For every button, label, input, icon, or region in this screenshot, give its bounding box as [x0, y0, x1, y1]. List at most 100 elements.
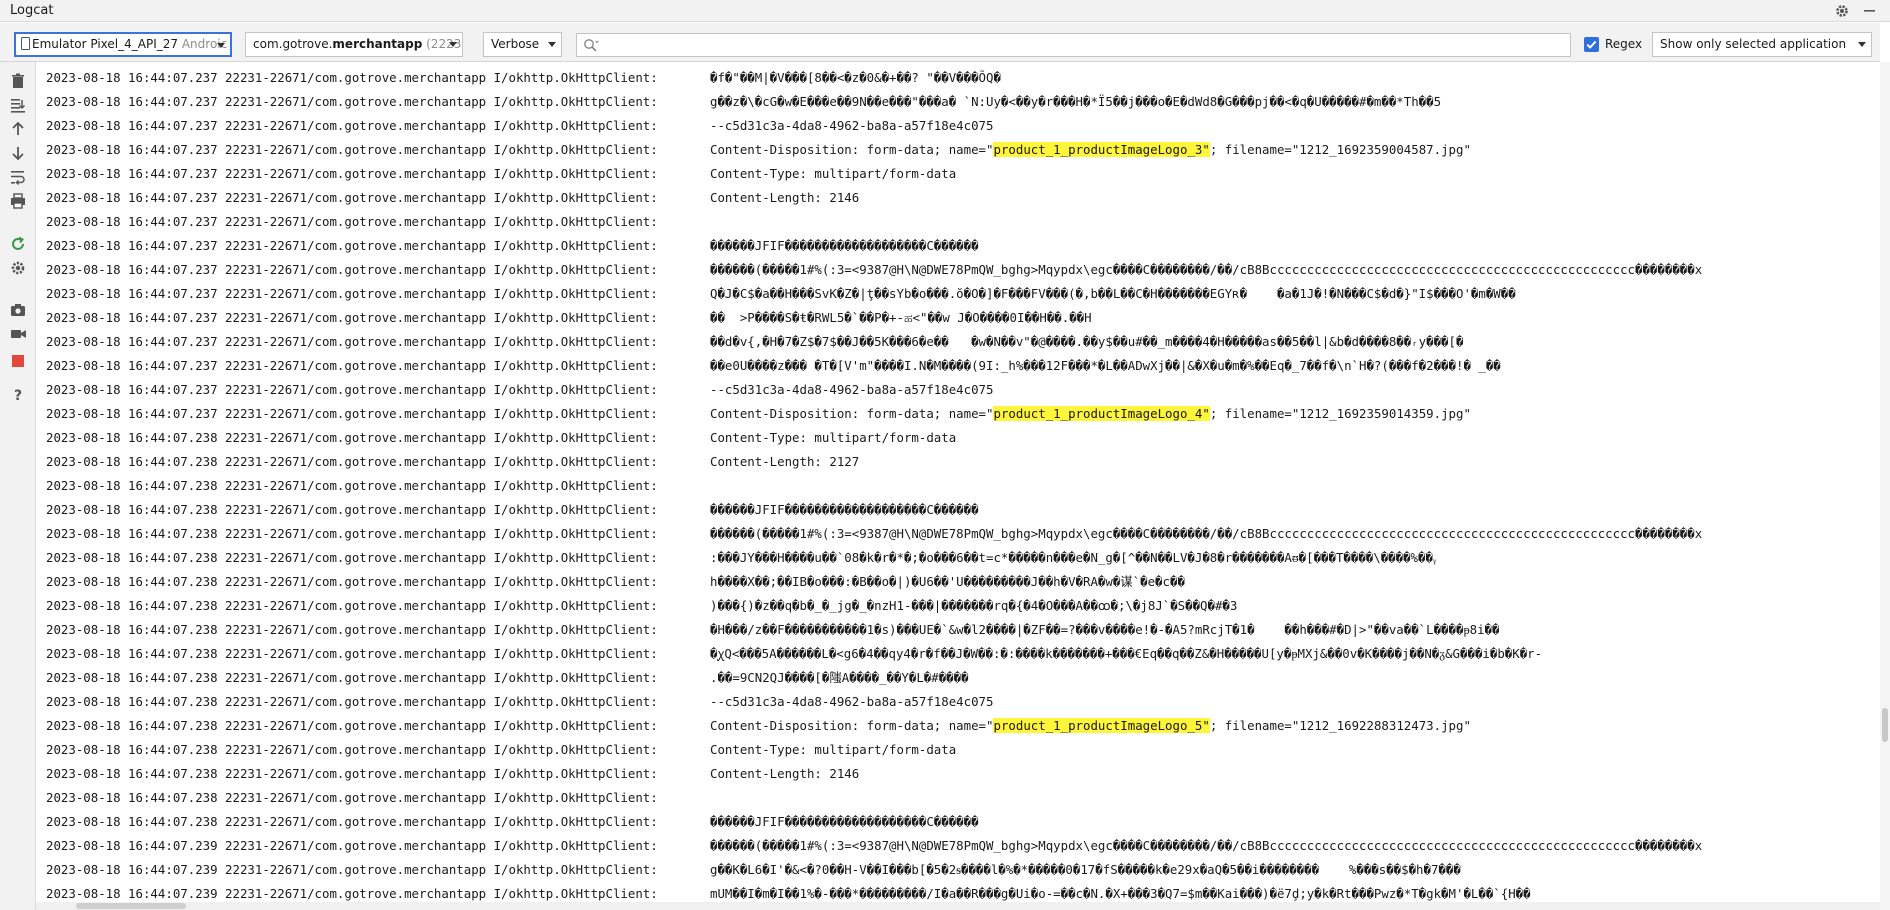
- log-message-text: ��e0U����z��� �T�[V'm"����I.N�M����(9I:_…: [710, 358, 1501, 373]
- search-input[interactable]: [603, 36, 1563, 54]
- log-message-text: --c5d31c3a-4da8-4962-ba8a-a57f18e4c075: [710, 694, 994, 709]
- log-message-text: �f�"��M|�V���[8��<�z�0&�+��? "��V���ÕQ�: [710, 70, 1001, 85]
- gear-icon[interactable]: [1832, 0, 1852, 20]
- log-line: 2023-08-18 16:44:07.238 22231-22671/com.…: [46, 714, 1471, 738]
- search-highlight: product_1_productImageLogo_5": [993, 718, 1210, 733]
- process-selector[interactable]: com.gotrove.merchantapp (22231): [245, 32, 463, 57]
- search-icon: [584, 39, 599, 52]
- log-message-text: ; filename="1212_1692288312473.jpg": [1209, 718, 1471, 733]
- log-line-message: --c5d31c3a-4da8-4962-ba8a-a57f18e4c075: [710, 690, 993, 714]
- log-line-message: Content-Length: 2127: [710, 450, 859, 474]
- restart-icon[interactable]: [9, 235, 27, 253]
- log-line: 2023-08-18 16:44:07.238 22231-22671/com.…: [46, 522, 1702, 546]
- log-line: 2023-08-18 16:44:07.237 22231-22671/com.…: [46, 138, 1471, 162]
- chevron-down-icon: [548, 42, 556, 47]
- log-line-message: :���JY���H����u��`08�k�r�*�;�o���6��t=c*…: [710, 546, 1436, 570]
- log-level-value: Verbose: [491, 37, 540, 51]
- log-line-message: Content-Length: 2146: [710, 186, 859, 210]
- log-line: 2023-08-18 16:44:07.238 22231-22671/com.…: [46, 618, 1499, 642]
- log-line: 2023-08-18 16:44:07.238 22231-22671/com.…: [46, 498, 979, 522]
- logcat-sidebar: ?: [0, 62, 36, 910]
- chevron-down-icon: [449, 42, 457, 47]
- log-line-message: Content-Type: multipart/form-data: [710, 738, 956, 762]
- log-level-selector[interactable]: Verbose: [483, 32, 562, 57]
- log-line-prefix: 2023-08-18 16:44:07.237 22231-22671/com.…: [46, 70, 658, 85]
- camera-icon[interactable]: [9, 301, 27, 319]
- soft-wrap-icon[interactable]: [9, 168, 27, 186]
- log-line-message: h����X��;��IB�o���:�B��o�|)�U6��'U������…: [710, 570, 1185, 594]
- process-prefix: com.gotrove.: [253, 37, 333, 51]
- app-filter-selector[interactable]: Show only selected application: [1652, 32, 1872, 57]
- log-line-message: g��K�L6�I'�&<�?0��H-V��I���b[�5�2ᵴ����l�…: [710, 858, 1461, 882]
- log-line-prefix: 2023-08-18 16:44:07.238 22231-22671/com.…: [46, 598, 658, 613]
- scroll-to-end-icon[interactable]: [9, 96, 27, 114]
- chevron-down-icon: [1858, 42, 1866, 47]
- log-message-text: ������JFIF�������������������C������: [710, 814, 979, 829]
- log-line-message: ������JFIF�������������������C������: [710, 234, 979, 258]
- log-line-prefix: 2023-08-18 16:44:07.238 22231-22671/com.…: [46, 814, 658, 829]
- settings-icon[interactable]: [9, 259, 27, 277]
- device-selector[interactable]: Emulator Pixel_4_API_27 Androic: [14, 32, 232, 57]
- log-line-prefix: 2023-08-18 16:44:07.238 22231-22671/com.…: [46, 766, 658, 781]
- log-line-message: ������(�����1#%(:3=<9387@H\N@DWE78PmQW_b…: [710, 522, 1702, 546]
- log-message-text: ������(�����1#%(:3=<9387@H\N@DWE78PmQW_b…: [710, 526, 1703, 541]
- print-icon[interactable]: [9, 192, 27, 210]
- log-line-message: ������JFIF�������������������C������: [710, 498, 979, 522]
- log-line: 2023-08-18 16:44:07.237 22231-22671/com.…: [46, 330, 1463, 354]
- video-icon[interactable]: [9, 325, 27, 343]
- process-name: merchantapp: [332, 37, 423, 51]
- log-line-prefix: 2023-08-18 16:44:07.238 22231-22671/com.…: [46, 478, 658, 493]
- log-message-text: )���{)�z��q�b�_�_jg�_�nzH1-���|�������rq…: [710, 598, 1238, 613]
- log-line-prefix: 2023-08-18 16:44:07.237 22231-22671/com.…: [46, 166, 658, 181]
- log-message-text: Content-Length: 2146: [710, 190, 860, 205]
- log-line-message: �f�"��M|�V���[8��<�z�0&�+��? "��V���ÕQ�: [710, 66, 1001, 90]
- log-message-text: Content-Type: multipart/form-data: [710, 166, 957, 181]
- log-line-message: .��=9CN2QJ����[�䧝A����_��Y�L�#����: [710, 666, 969, 690]
- log-line-prefix: 2023-08-18 16:44:07.237 22231-22671/com.…: [46, 310, 658, 325]
- log-line: 2023-08-18 16:44:07.238 22231-22671/com.…: [46, 738, 956, 762]
- device-icon: [21, 37, 30, 50]
- log-line: 2023-08-18 16:44:07.238 22231-22671/com.…: [46, 474, 658, 498]
- log-line: 2023-08-18 16:44:07.238 22231-22671/com.…: [46, 450, 859, 474]
- log-line-message: Q�J�C$�a��H���SvK�Z�|ţ��sYb�o���.ŏ�O�]�F…: [710, 282, 1516, 306]
- log-message-text: :���JY���H����u��`08�k�r�*�;�o���6��t=c*…: [710, 550, 1437, 565]
- log-message-text: ��d�v{,�H�7�Z$�7$��J��5K���6�e�� �w�N��v…: [710, 334, 1464, 349]
- search-field[interactable]: [576, 33, 1571, 57]
- help-icon[interactable]: ?: [9, 385, 27, 403]
- logcat-output[interactable]: 2023-08-18 16:44:07.237 22231-22671/com.…: [36, 62, 1880, 908]
- log-line-message: �� >P����S�ŧ�RWL5�`��P�+-ಹ<"��w J�O����0…: [710, 306, 1092, 330]
- up-arrow-icon[interactable]: [9, 120, 27, 138]
- log-message-text: g��K�L6�I'�&<�?0��H-V��I���b[�5�2ᵴ����l�…: [710, 862, 1461, 877]
- log-line: 2023-08-18 16:44:07.238 22231-22671/com.…: [46, 810, 979, 834]
- log-line-prefix: 2023-08-18 16:44:07.238 22231-22671/com.…: [46, 790, 658, 805]
- log-line-message: Content-Disposition: form-data; name="pr…: [710, 138, 1471, 162]
- down-arrow-icon[interactable]: [9, 144, 27, 162]
- log-message-text: Content-Type: multipart/form-data: [710, 742, 957, 757]
- log-line-prefix: 2023-08-18 16:44:07.237 22231-22671/com.…: [46, 190, 658, 205]
- log-line: 2023-08-18 16:44:07.237 22231-22671/com.…: [46, 90, 1441, 114]
- vertical-scrollbar[interactable]: [1880, 62, 1890, 910]
- log-message-text: ������(�����1#%(:3=<9387@H\N@DWE78PmQW_b…: [710, 262, 1703, 277]
- scrollbar-thumb[interactable]: [1882, 708, 1888, 742]
- log-message-text: �� >P����S�ŧ�RWL5�`��P�+-ಹ<"��w J�O����0…: [710, 310, 1092, 325]
- log-line-prefix: 2023-08-18 16:44:07.238 22231-22671/com.…: [46, 718, 658, 733]
- horizontal-scrollbar[interactable]: [36, 902, 1880, 910]
- log-line-message: ��e0U����z��� �T�[V'm"����I.N�M����(9I:_…: [710, 354, 1501, 378]
- log-line-message: ��d�v{,�H�7�Z$�7$��J��5K���6�e�� �w�N��v…: [710, 330, 1463, 354]
- log-line-prefix: 2023-08-18 16:44:07.238 22231-22671/com.…: [46, 430, 658, 445]
- log-line: 2023-08-18 16:44:07.237 22231-22671/com.…: [46, 162, 956, 186]
- log-line-prefix: 2023-08-18 16:44:07.237 22231-22671/com.…: [46, 286, 658, 301]
- log-line-message: --c5d31c3a-4da8-4962-ba8a-a57f18e4c075: [710, 114, 993, 138]
- log-line-prefix: 2023-08-18 16:44:07.238 22231-22671/com.…: [46, 550, 658, 565]
- log-line: 2023-08-18 16:44:07.238 22231-22671/com.…: [46, 666, 969, 690]
- log-line-message: ������(�����1#%(:3=<9387@H\N@DWE78PmQW_b…: [710, 258, 1702, 282]
- trash-icon[interactable]: [9, 72, 27, 90]
- log-message-text: mUM��I�m�I��1%�-���*���������/I�a��R���g…: [710, 886, 1531, 901]
- app-filter-value: Show only selected application: [1660, 37, 1847, 51]
- regex-checkbox[interactable]: [1584, 37, 1599, 52]
- log-line: 2023-08-18 16:44:07.238 22231-22671/com.…: [46, 426, 956, 450]
- minimize-icon[interactable]: [1860, 0, 1880, 20]
- log-line-prefix: 2023-08-18 16:44:07.238 22231-22671/com.…: [46, 646, 658, 661]
- scrollbar-thumb[interactable]: [76, 903, 186, 909]
- stop-icon[interactable]: [9, 352, 27, 370]
